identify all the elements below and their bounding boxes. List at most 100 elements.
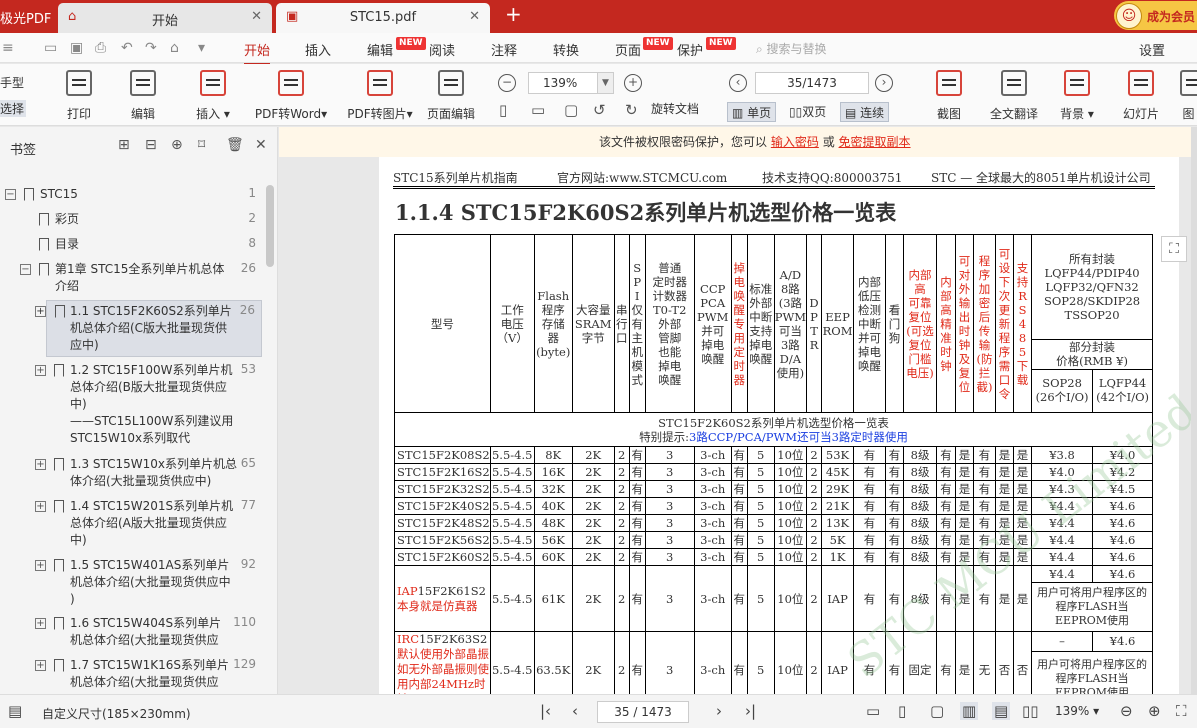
zoom-select[interactable]: 139% ▼ (528, 72, 614, 94)
tab-document[interactable]: ▣ STC15.pdf ✕ (276, 3, 490, 33)
enter-password-link[interactable]: 输入密码 (771, 135, 819, 149)
next-page-icon[interactable]: › (716, 702, 722, 720)
menu-start[interactable]: 开始 (244, 40, 271, 65)
bookmark-item[interactable]: + 1.4 STC15W201S系列单片机 总体介绍(A版大批量现货供应 中) 77 (0, 498, 268, 552)
bookmark-item[interactable]: + 1.3 STC15W10x系列单片机总 体介绍(大批量现货供应中) 65 (0, 456, 268, 492)
rotate-left-icon[interactable]: ↺ (593, 101, 606, 119)
menu-page[interactable]: 页面 (615, 40, 641, 59)
zoom-out-icon[interactable]: ⊖ (1120, 702, 1133, 720)
fit-page-icon[interactable]: ▯ (499, 101, 507, 119)
bookmark-item[interactable]: + 1.7 STC15W1K16S系列单片 机总体介绍(大批量现货供应 129 (0, 659, 268, 693)
collapse-icon[interactable]: − (20, 264, 31, 275)
bookmark-item[interactable]: − 第1章 STC15全系列单片机总体 介绍 26 (0, 261, 268, 295)
actual-size-icon[interactable]: ▢ (930, 702, 944, 720)
expand-icon[interactable]: + (35, 618, 46, 629)
rotate-doc-button[interactable]: 旋转文档 (651, 100, 699, 117)
bookmark-item[interactable]: 彩页 2 (0, 211, 268, 229)
hand-tool[interactable]: 手型 (0, 74, 26, 91)
document-scrollbar[interactable] (1191, 127, 1197, 694)
fit-page-icon[interactable]: ▭ (866, 702, 880, 720)
settings-menu[interactable]: 设置 (1139, 40, 1165, 59)
menu-toggle-icon[interactable]: ≡ (2, 40, 14, 56)
redo-icon[interactable]: ↷ (145, 40, 157, 56)
menu-edit[interactable]: 编辑 (367, 40, 393, 59)
double-page-mode[interactable]: ▯▯双页 (785, 102, 830, 122)
status-zoom[interactable]: 139% ▾ (1055, 704, 1099, 718)
last-page-icon[interactable]: ›| (745, 702, 756, 720)
zoom-in-icon[interactable]: ⊕ (1148, 702, 1161, 720)
first-page-icon[interactable]: |‹ (540, 702, 551, 720)
menu-read[interactable]: 阅读 (429, 40, 455, 59)
dropdown-icon[interactable]: ▾ (198, 40, 205, 56)
print-button[interactable]: 打印 (60, 70, 98, 122)
delete-icon[interactable]: 🗑 (226, 137, 244, 153)
add-bookmark-icon[interactable]: ⊕ (171, 137, 183, 153)
menu-insert[interactable]: 插入 (305, 40, 331, 59)
menu-annotate[interactable]: 注释 (491, 40, 517, 59)
bookmark-item[interactable]: + 1.2 STC15F100W系列单片机 总体介绍(B版大批量现货供应 中) ——S… (0, 362, 268, 452)
insert-button[interactable]: 插入 ▾ (188, 70, 238, 122)
floating-tool-icon[interactable]: ⛶ (1161, 236, 1187, 262)
slideshow-button[interactable]: 幻灯片 (1122, 70, 1160, 122)
menu-convert[interactable]: 转换 (553, 40, 579, 59)
actual-size-icon[interactable]: ▢ (564, 101, 578, 119)
double-page-icon[interactable]: ▯▯ (1022, 702, 1039, 720)
translate-button[interactable]: 全文翻译 (988, 70, 1040, 122)
member-button[interactable]: ☺ 成为会员 (1114, 1, 1197, 30)
screenshot-button[interactable]: 截图 (930, 70, 968, 122)
fullscreen-icon[interactable]: ⛶ (1176, 702, 1187, 720)
expand-icon[interactable]: + (35, 660, 46, 671)
fit-width-icon[interactable]: ▭ (531, 101, 545, 119)
page-number-input[interactable]: 35/1473 (755, 72, 869, 94)
bookmark-item[interactable]: + 1.5 STC15W401AS系列单片 机总体介绍(大批量现货供应中) 92 (0, 557, 268, 611)
single-page-icon[interactable]: ▥ (960, 702, 979, 720)
pdf-to-word-button[interactable]: PDF转Word▾ (251, 70, 331, 122)
page-edit-button[interactable]: 页面编辑 (426, 70, 476, 122)
expand-icon[interactable]: + (35, 501, 46, 512)
background-button[interactable]: 背景 ▾ (1060, 70, 1094, 122)
select-tool[interactable]: 选择 (0, 100, 26, 117)
sidebar-scrollbar[interactable] (266, 185, 274, 267)
bookmark-item[interactable]: + 1.6 STC15W404S系列单片 机总体介绍(大批量现货供应 110 (0, 617, 268, 649)
home-nav-icon[interactable]: ⌂ (170, 40, 179, 56)
table-cell: 45K (821, 463, 855, 481)
prev-page-icon[interactable]: ‹ (729, 74, 747, 92)
fit-width-icon[interactable]: ▯ (898, 702, 906, 720)
menu-protect[interactable]: 保护 (677, 40, 703, 59)
expand-icon[interactable]: + (35, 365, 46, 376)
close-tab-icon[interactable]: ✕ (469, 9, 480, 24)
continuous-icon[interactable]: ▤ (992, 702, 1011, 720)
close-tab-icon[interactable]: ✕ (251, 9, 262, 24)
bookmark-item[interactable]: − STC15 1 (0, 186, 268, 204)
open-folder-icon[interactable]: ▭ (44, 40, 57, 56)
new-tab-icon[interactable]: + (505, 2, 522, 26)
close-icon[interactable]: ✕ (255, 137, 267, 153)
search-replace[interactable]: ⌕ 搜索与替换 (756, 40, 827, 57)
expand-icon[interactable]: + (35, 560, 46, 571)
expand-icon[interactable]: + (35, 306, 46, 317)
bookmark-icon[interactable]: ⌑ (198, 137, 205, 153)
zoom-in-icon[interactable]: + (624, 74, 642, 92)
save-icon[interactable]: ▣ (70, 40, 83, 56)
single-page-mode[interactable]: ▥ 单页 (727, 102, 777, 122)
bookmark-item[interactable]: 目录 8 (0, 236, 268, 254)
prev-page-icon[interactable]: ‹ (572, 702, 578, 720)
rotate-right-icon[interactable]: ↻ (625, 101, 638, 119)
bookmark-item-selected[interactable]: 1.1 STC15F2K60S2系列单片 机总体介绍(C版大批量现货供 应中) 26 (46, 300, 262, 357)
expand-all-icon[interactable]: ⊞ (118, 137, 130, 153)
zoom-out-icon[interactable]: − (498, 74, 516, 92)
extract-copy-link[interactable]: 免密提取副本 (839, 135, 911, 149)
table-cell: 是 (1013, 463, 1033, 481)
edit-button[interactable]: 编辑 (124, 70, 162, 122)
continuous-mode[interactable]: ▤ 连续 (840, 102, 890, 122)
print-icon[interactable]: ⎙ (95, 40, 106, 56)
collapse-all-icon[interactable]: ⊟ (145, 137, 157, 153)
pdf-to-image-button[interactable]: PDF转图片▾ (343, 70, 417, 122)
undo-icon[interactable]: ↶ (121, 40, 133, 56)
collapse-icon[interactable]: − (5, 189, 16, 200)
status-page-input[interactable]: 35 / 1473 (597, 701, 689, 723)
tab-home[interactable]: ⌂ 开始 ✕ (58, 3, 272, 33)
next-page-icon[interactable]: › (875, 74, 893, 92)
expand-icon[interactable]: + (35, 459, 46, 470)
more-button[interactable]: 图 (1180, 70, 1197, 122)
